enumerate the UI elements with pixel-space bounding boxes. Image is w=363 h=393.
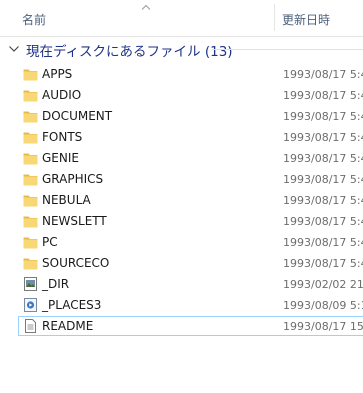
file-name: NEBULA: [42, 193, 91, 207]
media-file-icon: [23, 297, 38, 313]
column-divider[interactable]: [274, 4, 275, 31]
chevron-down-icon[interactable]: [8, 45, 20, 53]
file-list: APPS1993/08/17 5:49AUDIO1993/08/17 5:49D…: [0, 64, 363, 337]
file-row[interactable]: README 1993/08/17 15:45: [0, 316, 363, 337]
folder-icon: [23, 87, 38, 103]
file-row[interactable]: AUDIO 1993/08/17 5:49: [0, 85, 363, 106]
file-name: _DIR: [42, 277, 70, 291]
file-name: AUDIO: [42, 88, 82, 102]
file-date-modified: 1993/08/17 5:49: [283, 173, 363, 186]
folder-icon: [23, 108, 38, 124]
file-row[interactable]: PC 1993/08/17 5:49: [0, 232, 363, 253]
document-file-icon: [23, 318, 38, 334]
file-row[interactable]: APPS 1993/08/17 5:49: [0, 64, 363, 85]
file-row[interactable]: NEBULA 1993/08/17 5:49: [0, 190, 363, 211]
file-row[interactable]: FONTS 1993/08/17 5:49: [0, 127, 363, 148]
file-row[interactable]: DOCUMENT 1993/08/17 5:49: [0, 106, 363, 127]
file-name: README: [42, 319, 94, 333]
file-date-modified: 1993/08/09 5:13: [283, 299, 363, 312]
file-date-modified: 1993/08/17 5:49: [283, 215, 363, 228]
file-date-modified: 1993/08/17 5:49: [283, 110, 363, 123]
file-name: GENIE: [42, 151, 79, 165]
file-name: DOCUMENT: [42, 109, 113, 123]
sort-ascending-icon[interactable]: [140, 3, 152, 11]
folder-icon: [23, 129, 38, 145]
file-row[interactable]: _DIR 1993/02/02 21:34: [0, 274, 363, 295]
column-header-bar: 名前 更新日時: [0, 0, 363, 37]
group-divider: [212, 49, 363, 50]
file-date-modified: 1993/08/17 15:45: [283, 320, 363, 333]
file-name: NEWSLETT: [42, 214, 107, 228]
folder-icon: [23, 150, 38, 166]
file-date-modified: 1993/02/02 21:34: [283, 278, 363, 291]
file-date-modified: 1993/08/17 5:49: [283, 236, 363, 249]
image-file-icon: [23, 276, 38, 292]
file-row[interactable]: GRAPHICS 1993/08/17 5:49: [0, 169, 363, 190]
file-name: _PLACES3: [42, 298, 102, 312]
column-header-date-modified[interactable]: 更新日時: [282, 11, 330, 28]
file-row[interactable]: _PLACES3 1993/08/09 5:13: [0, 295, 363, 316]
file-date-modified: 1993/08/17 5:49: [283, 68, 363, 81]
group-header-files-on-disc[interactable]: 現在ディスクにあるファイル (13): [0, 38, 363, 60]
file-name: APPS: [42, 67, 73, 81]
file-row[interactable]: SOURCECO 1993/08/17 5:49: [0, 253, 363, 274]
file-row[interactable]: NEWSLETT 1993/08/17 5:49: [0, 211, 363, 232]
folder-icon: [23, 171, 38, 187]
file-name: FONTS: [42, 130, 83, 144]
folder-icon: [23, 213, 38, 229]
file-name: GRAPHICS: [42, 172, 104, 186]
file-row[interactable]: GENIE 1993/08/17 5:49: [0, 148, 363, 169]
file-date-modified: 1993/08/17 5:49: [283, 89, 363, 102]
file-name: PC: [42, 235, 58, 249]
file-name: SOURCECO: [42, 256, 110, 270]
folder-icon: [23, 255, 38, 271]
file-date-modified: 1993/08/17 5:49: [283, 194, 363, 207]
file-date-modified: 1993/08/17 5:49: [283, 131, 363, 144]
folder-icon: [23, 66, 38, 82]
group-label: 現在ディスクにあるファイル (13): [26, 44, 233, 60]
folder-icon: [23, 234, 38, 250]
file-date-modified: 1993/08/17 5:49: [283, 257, 363, 270]
column-header-name[interactable]: 名前: [22, 11, 46, 28]
file-date-modified: 1993/08/17 5:49: [283, 152, 363, 165]
folder-icon: [23, 192, 38, 208]
